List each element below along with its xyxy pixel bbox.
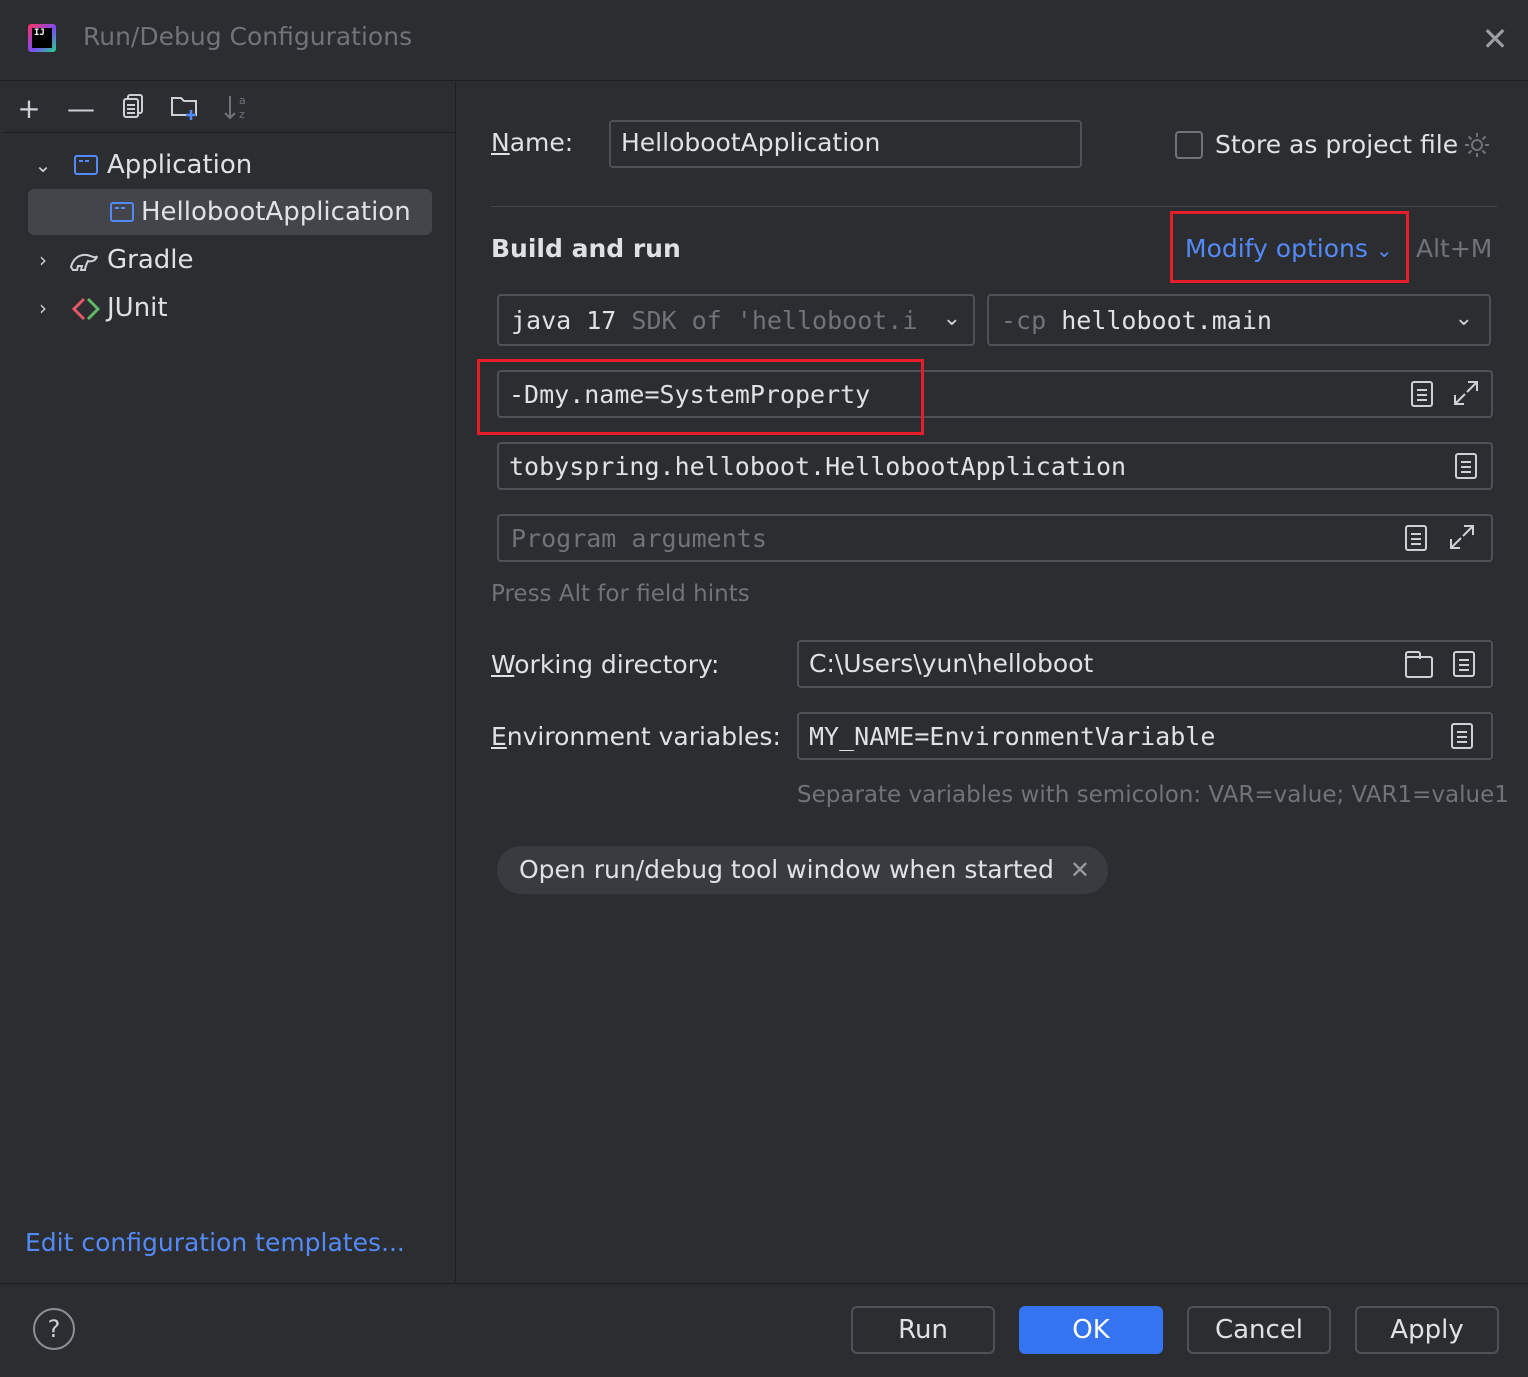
environment-variables-hint: Separate variables with semicolon: VAR=v… [797,782,1509,808]
add-icon[interactable]: + [12,92,46,126]
chevron-right-icon[interactable]: › [32,237,54,283]
environment-variables-input[interactable]: MY_NAME=EnvironmentVariable [797,712,1493,760]
tree-item-label: Application [107,150,253,180]
document-icon[interactable] [1455,453,1477,479]
svg-text:z: z [239,108,245,121]
cancel-button[interactable]: Cancel [1187,1306,1331,1354]
remove-option-icon[interactable]: ✕ [1070,846,1090,894]
document-icon[interactable] [1411,381,1433,407]
chevron-down-icon[interactable]: ⌄ [32,142,54,188]
main-class-input[interactable]: tobyspring.helloboot.HellobootApplicatio… [497,442,1493,490]
modify-options-shortcut: Alt+M [1416,234,1493,263]
apply-button[interactable]: Apply [1355,1306,1499,1354]
chip-label: Open run/debug tool window when started [519,855,1054,884]
chevron-down-icon: ⌄ [1375,238,1393,262]
tree-item-junit[interactable]: › JUnit [2,285,455,331]
document-icon[interactable] [1453,651,1475,677]
gradle-icon [68,237,100,283]
sort-icon[interactable]: az [220,92,254,126]
open-tool-window-option-chip[interactable]: Open run/debug tool window when started … [497,846,1108,894]
name-label: Name: [491,128,574,157]
document-icon[interactable] [1451,723,1473,749]
title-bar: IJ Run/Debug Configurations ✕ [0,0,1528,81]
gear-icon[interactable] [1462,130,1492,164]
store-as-project-file-checkbox[interactable] [1175,131,1203,159]
copy-icon[interactable] [116,92,150,126]
application-icon [74,155,98,175]
tree-item-label: HellobootApplication [141,197,411,227]
expand-icon[interactable] [1447,522,1477,552]
intellij-logo-icon: IJ [28,24,56,52]
chevron-down-icon: ⌄ [936,306,961,331]
modify-options-link[interactable]: Modify options ⌄ [1185,234,1393,263]
close-icon[interactable]: ✕ [1478,22,1512,56]
sidebar-toolbar: + — az [2,82,455,133]
help-button[interactable]: ? [33,1308,75,1350]
name-input[interactable]: HellobootApplication [609,120,1082,168]
junit-icon [70,285,102,331]
jdk-select[interactable]: java 17 SDK of 'helloboot.i ⌄ [497,294,975,346]
field-hint-text: Press Alt for field hints [491,581,750,607]
tree-item-application[interactable]: ⌄ Application [2,142,455,188]
application-icon [110,202,134,222]
run-button[interactable]: Run [851,1306,995,1354]
tree-item-label: JUnit [107,293,168,323]
tree-item-hellobootapplication[interactable]: HellobootApplication [28,189,432,235]
window-title: Run/Debug Configurations [83,22,413,51]
new-folder-icon[interactable] [168,92,202,126]
program-arguments-input[interactable]: Program arguments [497,514,1493,562]
environment-variables-label: Environment variables: [491,722,781,751]
expand-icon[interactable] [1451,378,1481,408]
build-and-run-heading: Build and run [491,234,681,263]
svg-text:a: a [239,94,246,107]
tree-item-label: Gradle [107,245,194,275]
section-divider [491,206,1497,207]
tree-item-gradle[interactable]: › Gradle [2,237,455,283]
store-as-project-file-label: Store as project file [1215,130,1459,159]
chevron-right-icon[interactable]: › [32,285,54,331]
configurations-sidebar: + — az ⌄ Application HellobootApplicatio… [2,82,456,1282]
classpath-module-select[interactable]: -cp helloboot.main ⌄ [987,294,1491,346]
document-icon[interactable] [1405,525,1427,551]
remove-icon[interactable]: — [64,92,98,126]
working-directory-input[interactable]: C:\Users\yun\helloboot [797,640,1493,688]
edit-configuration-templates-link[interactable]: Edit configuration templates... [25,1228,405,1257]
ok-button[interactable]: OK [1019,1306,1163,1354]
vm-options-input[interactable]: -Dmy.name=SystemProperty [497,370,1493,418]
folder-icon[interactable] [1405,651,1433,678]
working-directory-label: Working directory: [491,650,720,679]
chevron-down-icon: ⌄ [1454,306,1473,331]
